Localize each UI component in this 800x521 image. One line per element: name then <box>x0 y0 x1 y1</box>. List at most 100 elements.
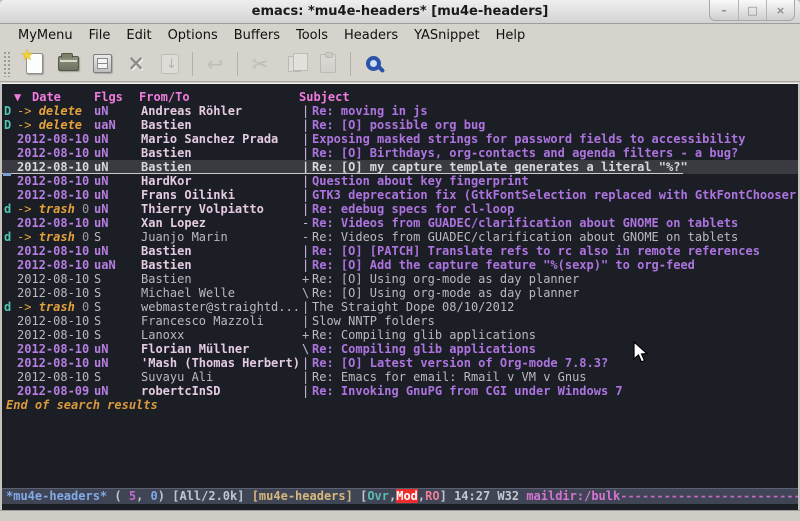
thread-separator: + <box>302 272 312 286</box>
message-sender: Bastien <box>141 258 302 272</box>
message-row[interactable]: 2012-08-10 S Suvayu Ali | Re: Emacs for … <box>2 370 798 384</box>
modeline-segment: Ovr <box>367 489 389 503</box>
save-icon[interactable] <box>85 49 119 79</box>
message-subject: Re: [O] Using org-mode as day planner <box>312 272 579 286</box>
message-sender: Florian Müllner <box>141 342 302 356</box>
mark-char <box>4 328 17 342</box>
message-flags: S <box>94 328 141 342</box>
message-row[interactable]: 2012-08-10 uN Bastien | Re: [O] Birthday… <box>2 146 798 160</box>
fringe-position-indicator <box>3 173 11 176</box>
message-row[interactable]: 2012-08-10 uN Frans Oilinki | GTK3 depre… <box>2 188 798 202</box>
menu-yasnippet[interactable]: YASnippet <box>406 26 488 45</box>
column-header-from[interactable]: From/To <box>139 90 190 104</box>
message-date: 2012-08-10 <box>17 188 89 202</box>
message-subject: Slow NNTP folders <box>312 314 435 328</box>
message-row[interactable]: 2012-08-10 uN Bastien | Re: [O] my captu… <box>2 160 798 174</box>
message-row[interactable]: 2012-08-10 uaN Bastien | Re: [O] Add the… <box>2 258 798 272</box>
close-button[interactable]: × <box>766 0 794 20</box>
mark-action: trash <box>39 202 75 216</box>
message-row[interactable]: 2012-08-10 uN HardKor | Question about k… <box>2 174 798 188</box>
thread-separator: | <box>302 202 312 216</box>
sort-descending-icon[interactable]: ▼ <box>14 90 21 104</box>
message-row[interactable]: 2012-08-10 uN Bastien | Re: [O] [PATCH] … <box>2 244 798 258</box>
menu-tools[interactable]: Tools <box>288 26 336 45</box>
message-row[interactable]: D -> delete uaN Bastien | Re: [O] possib… <box>2 118 798 132</box>
mode-line[interactable]: *mu4e-headers* ( 5, 0) [All/2.0k] [mu4e-… <box>2 488 798 504</box>
mark-char: d <box>4 300 17 314</box>
thread-separator: | <box>302 244 312 258</box>
modeline-segment: RO <box>425 489 439 503</box>
menu-headers[interactable]: Headers <box>336 26 406 45</box>
column-header-date[interactable]: Date <box>32 90 61 104</box>
menu-bar: MyMenuFileEditOptionsBuffersToolsHeaders… <box>0 24 800 46</box>
mark-char <box>4 384 17 398</box>
message-row[interactable]: 2012-08-10 uN Mario Sanchez Prada | Expo… <box>2 132 798 146</box>
message-date: 2012-08-10 <box>17 160 89 174</box>
column-header-flags[interactable]: Flgs <box>94 90 123 104</box>
mu4e-headers-buffer[interactable]: ▼ Date Flgs From/To Subject D -> delete … <box>0 83 800 510</box>
window-title: emacs: *mu4e-headers* [mu4e-headers] <box>252 4 549 19</box>
message-row[interactable]: 2012-08-10 S Bastien + Re: [O] Using org… <box>2 272 798 286</box>
title-bar[interactable]: emacs: *mu4e-headers* [mu4e-headers] – □… <box>0 0 800 24</box>
modeline-segment: 14:27 W32 <box>454 489 526 503</box>
menu-options[interactable]: Options <box>160 26 226 45</box>
message-sender: robertcInSD <box>141 384 302 398</box>
emacs-window: emacs: *mu4e-headers* [mu4e-headers] – □… <box>0 0 800 521</box>
maximize-button[interactable]: □ <box>738 0 766 20</box>
menu-file[interactable]: File <box>81 26 119 45</box>
message-sender: 'Mash (Thomas Herbert) <box>141 356 302 370</box>
message-row[interactable]: 2012-08-10 S Francesco Mazzoli | Slow NN… <box>2 314 798 328</box>
message-subject: The Straight Dope 08/10/2012 <box>312 300 514 314</box>
thread-separator: - <box>302 230 312 244</box>
message-row[interactable]: 2012-08-10 S Lanoxx + Re: Compiling glib… <box>2 328 798 342</box>
mark-char <box>4 286 17 300</box>
message-flags: uN <box>94 384 141 398</box>
message-row[interactable]: 2012-08-10 uN Xan Lopez - Re: Videos fro… <box>2 216 798 230</box>
message-row[interactable]: d -> trash 0 uN Thierry Volpiatto | Re: … <box>2 202 798 216</box>
open-folder-icon[interactable] <box>51 49 85 79</box>
close-buffer-icon[interactable]: × <box>119 49 153 79</box>
message-flags: uN <box>94 174 141 188</box>
message-row[interactable]: d -> trash 0 S webmaster@straightd... | … <box>2 300 798 314</box>
mark-char <box>4 146 17 160</box>
message-row[interactable]: d -> trash 0 S Juanjo Marin - Re: Videos… <box>2 230 798 244</box>
modeline-segment: 5 <box>129 489 136 503</box>
menu-buffers[interactable]: Buffers <box>226 26 288 45</box>
mark-char: D <box>4 104 17 118</box>
menu-help[interactable]: Help <box>488 26 534 45</box>
mark-char <box>4 342 17 356</box>
thread-separator: | <box>302 356 312 370</box>
minimize-button[interactable]: – <box>710 0 738 20</box>
new-file-icon[interactable]: ★ <box>17 49 51 79</box>
menu-mymenu[interactable]: MyMenu <box>10 26 81 45</box>
toolbar-grip-handle[interactable] <box>3 51 11 77</box>
message-row[interactable]: 2012-08-10 uN Florian Müllner \ Re: Comp… <box>2 342 798 356</box>
search-icon[interactable] <box>356 49 390 79</box>
message-date: 2012-08-10 <box>17 342 89 356</box>
mark-char <box>4 370 17 384</box>
message-date: 2012-08-09 <box>17 384 89 398</box>
modeline-segment: ) <box>158 489 172 503</box>
message-date: 2012-08-10 <box>17 132 89 146</box>
window-buttons: – □ × <box>709 0 795 21</box>
mark-action: trash <box>39 230 75 244</box>
message-sender: Suvayu Ali <box>141 370 302 384</box>
message-sender: Frans Oilinki <box>141 188 302 202</box>
message-row[interactable]: 2012-08-10 S Michael Welle \ Re: [O] Usi… <box>2 286 798 300</box>
column-header-line: ▼ Date Flgs From/To Subject <box>2 90 798 104</box>
column-header-subject[interactable]: Subject <box>299 90 350 104</box>
message-row[interactable]: 2012-08-10 uN 'Mash (Thomas Herbert) | R… <box>2 356 798 370</box>
message-flags: uaN <box>94 118 141 132</box>
modeline-segment: *mu4e-headers* <box>6 489 107 503</box>
message-row[interactable]: D -> delete uN Andreas Röhler | Re: movi… <box>2 104 798 118</box>
menu-edit[interactable]: Edit <box>118 26 159 45</box>
mark-arrow: -> <box>17 104 39 118</box>
window-bottom-edge[interactable] <box>0 510 800 521</box>
mark-char <box>4 188 17 202</box>
modeline-segment: -------------------------- <box>620 489 798 503</box>
message-row[interactable]: 2012-08-09 uN robertcInSD | Re: Invoking… <box>2 384 798 398</box>
message-sender: Thierry Volpiatto <box>141 202 302 216</box>
message-date: 2012-08-10 <box>17 328 89 342</box>
mark-action: delete <box>39 104 82 118</box>
thread-separator: + <box>302 328 312 342</box>
